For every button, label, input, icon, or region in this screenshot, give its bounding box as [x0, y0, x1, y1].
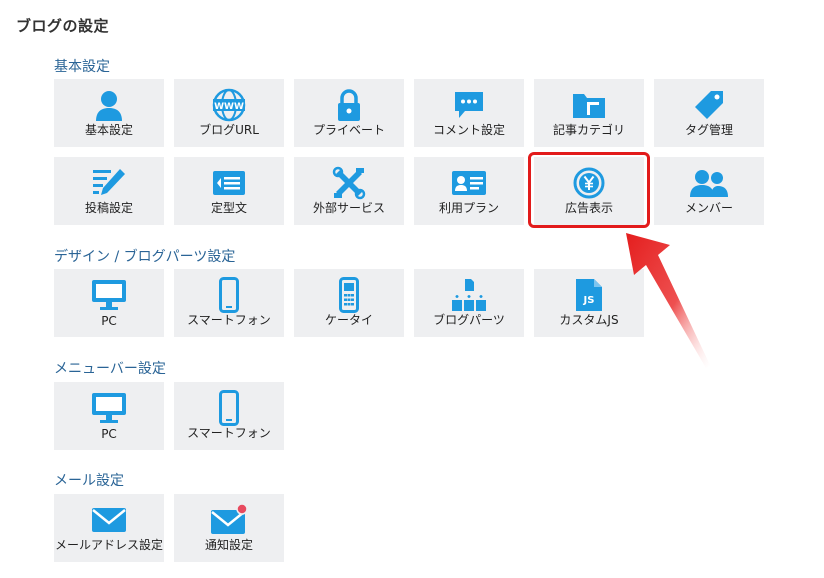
section-title-design: デザイン / ブログパーツ設定: [54, 249, 236, 265]
svg-text:WWW: WWW: [214, 102, 244, 112]
tile-label: 定型文: [210, 201, 247, 215]
tile-basic-settings[interactable]: 基本設定: [54, 79, 164, 147]
smartphone-icon: [174, 390, 284, 426]
tile-label: 投稿設定: [84, 201, 133, 215]
tile-post-settings[interactable]: 投稿設定: [54, 157, 164, 225]
tile-label: コメント設定: [432, 123, 505, 137]
tile-label: 記事カテゴリ: [552, 123, 625, 137]
person-icon: [54, 88, 164, 122]
tile-design-smartphone[interactable]: スマートフォン: [174, 269, 284, 337]
monitor-icon: [54, 391, 164, 425]
smartphone-icon: [174, 277, 284, 313]
tile-usage-plan[interactable]: 利用プラン: [414, 157, 524, 225]
tile-label: スマートフォン: [187, 426, 271, 440]
tile-article-category[interactable]: 記事カテゴリ: [534, 79, 644, 147]
template-icon: [174, 166, 284, 200]
tile-template[interactable]: 定型文: [174, 157, 284, 225]
page-title: ブログの設定: [16, 17, 110, 35]
lock-icon: [294, 88, 404, 122]
section-title-mail: メール設定: [54, 473, 124, 489]
tile-tag-management[interactable]: タグ管理: [654, 79, 764, 147]
tile-external-services[interactable]: 外部サービス: [294, 157, 404, 225]
tile-menubar-smartphone[interactable]: スマートフォン: [174, 382, 284, 450]
tile-label: PC: [101, 427, 117, 441]
tile-mail-address[interactable]: メールアドレス設定: [54, 494, 164, 562]
id-card-icon: [414, 166, 524, 200]
comment-icon: [414, 88, 524, 122]
tile-label: タグ管理: [684, 123, 733, 137]
tile-label: スマートフォン: [187, 313, 271, 327]
feature-phone-icon: [294, 277, 404, 313]
svg-text:JS: JS: [583, 295, 595, 306]
mail-icon: [54, 503, 164, 537]
arrow-annotation: [626, 233, 710, 368]
tile-label: メンバー: [684, 201, 733, 215]
folder-icon: [534, 88, 644, 122]
section-title-menubar: メニューバー設定: [54, 361, 166, 377]
pencil-icon: [54, 166, 164, 200]
monitor-icon: [54, 278, 164, 312]
members-icon: [654, 166, 764, 200]
tile-design-pc[interactable]: PC: [54, 269, 164, 337]
tile-blog-parts[interactable]: ブログパーツ: [414, 269, 524, 337]
tile-label: ブログURL: [199, 123, 259, 137]
tile-label: 通知設定: [204, 538, 253, 552]
tile-notification-settings[interactable]: 通知設定: [174, 494, 284, 562]
tile-label: 外部サービス: [312, 201, 385, 215]
tile-menubar-pc[interactable]: PC: [54, 382, 164, 450]
tile-label: 基本設定: [84, 123, 133, 137]
tile-label: 利用プラン: [438, 201, 499, 215]
tile-members[interactable]: メンバー: [654, 157, 764, 225]
tile-label: メールアドレス設定: [54, 538, 163, 552]
highlight-box: [528, 152, 650, 228]
tile-label: プライベート: [312, 123, 385, 137]
tile-comment-settings[interactable]: コメント設定: [414, 79, 524, 147]
www-icon: WWW: [174, 88, 284, 122]
tile-blog-url[interactable]: WWW ブログURL: [174, 79, 284, 147]
tile-design-feature-phone[interactable]: ケータイ: [294, 269, 404, 337]
tile-label: ブログパーツ: [433, 313, 505, 327]
mail-notification-icon: [174, 503, 284, 537]
section-title-basic: 基本設定: [54, 59, 110, 75]
tile-label: ケータイ: [324, 313, 373, 327]
blocks-icon: [414, 278, 524, 312]
tile-private[interactable]: プライベート: [294, 79, 404, 147]
tag-icon: [654, 88, 764, 122]
tile-label: PC: [101, 314, 117, 328]
tools-icon: [294, 166, 404, 200]
